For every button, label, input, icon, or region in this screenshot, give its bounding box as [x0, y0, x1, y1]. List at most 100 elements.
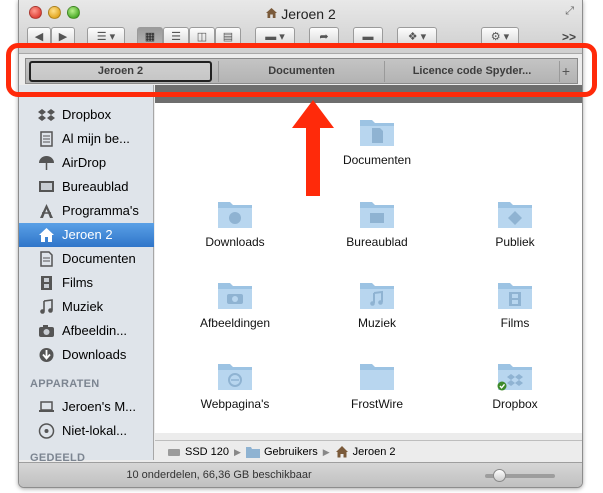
icon-size-slider-knob[interactable] [493, 469, 506, 482]
toolbar-overflow-button[interactable]: >> [562, 30, 576, 44]
sidebar-item-music[interactable]: Muziek [19, 295, 154, 319]
file-item-publiek[interactable]: Publiek [455, 197, 575, 249]
path-bar: SSD 120 ▶ Gebruikers ▶ Jeroen 2 [155, 440, 582, 462]
file-item-label: Films [500, 316, 530, 330]
sidebar-item-label: Muziek [62, 299, 104, 314]
sidebar-item-label: Programma's [62, 203, 139, 218]
movies-folder-icon [498, 283, 532, 309]
back-button[interactable]: ◀ [27, 27, 51, 47]
file-item-documenten[interactable]: Documenten [317, 115, 437, 167]
file-item-bureaublad[interactable]: Bureaublad [317, 197, 437, 249]
sidebar-item-laptop[interactable]: Jeroen's M... [19, 395, 154, 419]
sidebar-item-desktop[interactable]: Bureaublad [19, 175, 154, 199]
file-item-frostwire[interactable]: FrostWire [317, 359, 437, 411]
devices-header: APPARATEN [30, 378, 100, 390]
fullscreen-icon[interactable]: ⤢ [565, 5, 574, 18]
documents-folder-icon [360, 120, 394, 146]
list-view-icon: ☰ [171, 31, 181, 43]
status-bar: 10 onderdelen, 66,36 GB beschikbaar [19, 462, 582, 487]
arrange-icon: ☰ ▾ [96, 31, 116, 43]
documents-icon [40, 251, 53, 267]
share-button[interactable]: ➦ [309, 27, 339, 47]
sidebar-item-home[interactable]: Jeroen 2 [19, 223, 154, 247]
action-icon: ▬ ▾ [265, 31, 285, 43]
file-item-label: Bureaublad [346, 235, 408, 249]
column-view-icon: ◫ [196, 31, 208, 43]
sidebar-item-documents[interactable]: Documenten [19, 247, 154, 271]
sidebar-item-label: Al mijn be... [62, 131, 130, 146]
coverflow-view-icon: ▤ [222, 31, 234, 43]
desktop-folder-icon [360, 202, 394, 228]
sidebar-item-label: Jeroen's M... [62, 399, 137, 414]
sidebar-item-applications[interactable]: Programma's [19, 199, 154, 223]
movies-icon [41, 276, 52, 290]
tab-licence-code[interactable]: Licence code Spyder... [384, 61, 560, 82]
file-item-label: Documenten [342, 153, 412, 167]
path-item-home[interactable]: Jeroen 2 [353, 446, 396, 458]
dropbox-icon: ❖ ▾ [407, 31, 427, 43]
forward-icon: ▶ [58, 31, 68, 43]
icon-view-button[interactable]: ▦ [137, 27, 163, 47]
laptop-icon [39, 401, 54, 412]
sidebar-item-movies[interactable]: Films [19, 271, 154, 295]
sidebar-item-label: Bureaublad [62, 179, 129, 194]
pictures-folder-icon [218, 283, 252, 309]
list-view-button[interactable]: ☰ [163, 27, 189, 47]
tag-button[interactable]: ▬ [353, 27, 383, 47]
tag-icon: ▬ [362, 31, 374, 43]
downloads-icon [39, 348, 54, 362]
toolbar: ◀ ▶ ☰ ▾ ▦ ☰ ◫ ▤ ▬ ▾ ➦ ▬ ❖ ▾ ⚙ ▾ [19, 27, 582, 49]
dropbox-folder-icon [497, 364, 532, 391]
file-item-dropbox[interactable]: Dropbox [455, 359, 575, 411]
dropbox-toolbar-button[interactable]: ❖ ▾ [397, 27, 437, 47]
sidebar-item-dropbox[interactable]: Dropbox [19, 103, 154, 127]
back-icon: ◀ [34, 31, 44, 43]
sidebar-item-remote-disc[interactable]: Niet-lokal... [19, 419, 154, 443]
file-item-label: Dropbox [492, 397, 538, 411]
file-item-downloads[interactable]: Downloads [175, 197, 295, 249]
desktop-icon [39, 181, 54, 192]
disc-icon [38, 423, 55, 439]
file-item-webpaginas[interactable]: Webpagina's [175, 359, 295, 411]
new-tab-button[interactable]: + [559, 62, 573, 80]
settings-button[interactable]: ⚙ ▾ [481, 27, 519, 47]
sidebar-item-airdrop[interactable]: AirDrop [19, 151, 154, 175]
column-view-button[interactable]: ◫ [189, 27, 215, 47]
path-item-drive[interactable]: SSD 120 [185, 446, 229, 458]
window-title-text: Jeroen 2 [281, 6, 336, 22]
sidebar-item-pictures[interactable]: Afbeeldin... [19, 319, 154, 343]
folder-icon [360, 364, 394, 390]
file-item-afbeeldingen[interactable]: Afbeeldingen [175, 278, 295, 330]
home-icon [266, 8, 278, 18]
sidebar-item-label: Niet-lokal... [62, 423, 128, 438]
sidebar-item-downloads[interactable]: Downloads [19, 343, 154, 367]
arrange-button[interactable]: ☰ ▾ [87, 27, 125, 47]
sidebar-item-label: Afbeeldin... [62, 323, 128, 338]
tab-jeroen-2[interactable]: Jeroen 2 [29, 61, 212, 82]
coverflow-view-button[interactable]: ▤ [215, 27, 241, 47]
window-title: Jeroen 2 [19, 6, 582, 22]
status-text: 10 onderdelen, 66,36 GB beschikbaar [126, 469, 312, 481]
file-item-label: Downloads [205, 235, 265, 249]
settings-icon: ⚙ ▾ [490, 31, 510, 43]
title-bar: Jeroen 2 ⤢ ◀ ▶ ☰ ▾ ▦ ☰ ◫ ▤ ▬ ▾ ➦ ▬ ❖ ▾ ⚙… [19, 0, 582, 54]
drive-icon [168, 449, 180, 457]
forward-button[interactable]: ▶ [51, 27, 75, 47]
music-icon [40, 299, 53, 314]
finder-window: Jeroen 2 ⤢ ◀ ▶ ☰ ▾ ▦ ☰ ◫ ▤ ▬ ▾ ➦ ▬ ❖ ▾ ⚙… [18, 0, 583, 488]
path-separator-icon: ▶ [234, 447, 241, 458]
home-icon [335, 446, 348, 458]
file-item-label: Webpagina's [200, 397, 270, 411]
file-item-muziek[interactable]: Muziek [317, 278, 437, 330]
content-header-strip [155, 85, 582, 103]
tab-documenten[interactable]: Documenten [218, 61, 384, 82]
share-icon: ➦ [319, 31, 329, 43]
file-item-films[interactable]: Films [455, 278, 575, 330]
file-item-label: FrostWire [351, 397, 403, 411]
path-item-users[interactable]: Gebruikers [264, 446, 318, 458]
action-button[interactable]: ▬ ▾ [255, 27, 295, 47]
folder-icon [245, 447, 260, 459]
airdrop-icon [39, 156, 54, 170]
sidebar-item-all-files[interactable]: Al mijn be... [19, 127, 154, 151]
music-folder-icon [360, 283, 394, 309]
